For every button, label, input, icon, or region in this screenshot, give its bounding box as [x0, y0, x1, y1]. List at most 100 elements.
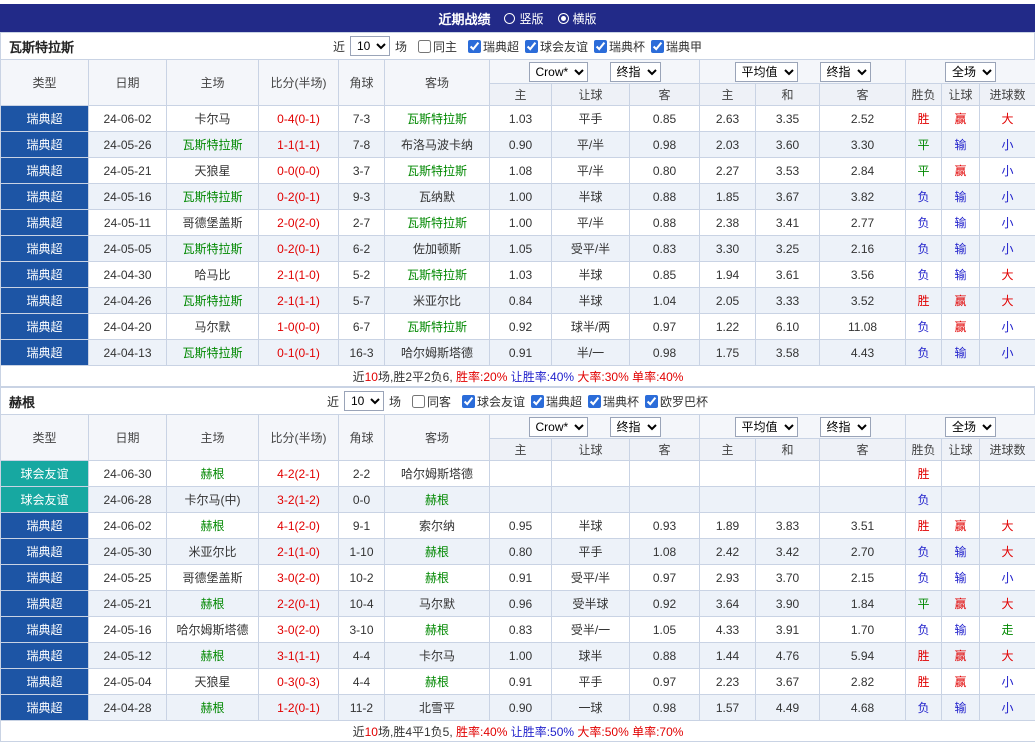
- asian-final-odds-select[interactable]: 终指: [610, 62, 661, 82]
- away-team-cell[interactable]: 瓦斯特拉斯: [385, 210, 490, 236]
- home-team-cell[interactable]: 哥德堡盖斯: [167, 565, 259, 591]
- odds-cell: 5.94: [820, 643, 906, 669]
- goals-result-cell: 小: [980, 132, 1035, 158]
- away-team-cell[interactable]: 布洛马波卡纳: [385, 132, 490, 158]
- league-type-cell[interactable]: 瑞典超: [1, 539, 89, 565]
- league-filter-checkbox[interactable]: 球会友谊: [462, 393, 525, 410]
- fulltime-scope-select[interactable]: 全场: [945, 62, 996, 82]
- home-team-cell[interactable]: 哈马比: [167, 262, 259, 288]
- home-team-cell[interactable]: 赫根: [167, 461, 259, 487]
- league-type-cell[interactable]: 瑞典超: [1, 262, 89, 288]
- home-team-cell[interactable]: 米亚尔比: [167, 539, 259, 565]
- away-team-cell[interactable]: 瓦斯特拉斯: [385, 262, 490, 288]
- league-type-cell[interactable]: 瑞典超: [1, 158, 89, 184]
- odds-cell: 3.35: [756, 106, 820, 132]
- league-type-cell[interactable]: 瑞典超: [1, 695, 89, 721]
- away-team-cell[interactable]: 瓦斯特拉斯: [385, 106, 490, 132]
- league-filter-checkbox[interactable]: 球会友谊: [525, 38, 588, 55]
- layout-radio-vertical[interactable]: 竖版: [504, 10, 543, 27]
- home-team-cell[interactable]: 哥德堡盖斯: [167, 210, 259, 236]
- away-team-cell[interactable]: 赫根: [385, 669, 490, 695]
- home-team-cell[interactable]: 卡尔马: [167, 106, 259, 132]
- league-type-cell[interactable]: 瑞典超: [1, 669, 89, 695]
- home-team-cell[interactable]: 赫根: [167, 513, 259, 539]
- league-filter-checkbox[interactable]: 瑞典超: [531, 393, 582, 410]
- away-team-cell[interactable]: 瓦纳默: [385, 184, 490, 210]
- average-odds-select[interactable]: 平均值: [735, 417, 798, 437]
- league-type-cell[interactable]: 瑞典超: [1, 288, 89, 314]
- home-team-cell[interactable]: 瓦斯特拉斯: [167, 132, 259, 158]
- fulltime-scope-select[interactable]: 全场: [945, 417, 996, 437]
- odds-cell: 3.52: [820, 288, 906, 314]
- home-team-cell[interactable]: 赫根: [167, 695, 259, 721]
- same-away-checkbox[interactable]: 同客: [412, 393, 451, 410]
- away-team-cell[interactable]: 米亚尔比: [385, 288, 490, 314]
- league-type-cell[interactable]: 瑞典超: [1, 184, 89, 210]
- layout-radio-horizontal[interactable]: 横版: [558, 10, 597, 27]
- league-type-cell[interactable]: 瑞典超: [1, 643, 89, 669]
- date-cell: 24-05-16: [89, 617, 167, 643]
- home-team-cell[interactable]: 天狼星: [167, 158, 259, 184]
- away-team-cell[interactable]: 赫根: [385, 539, 490, 565]
- league-filter-checkbox[interactable]: 瑞典杯: [594, 38, 645, 55]
- away-team-cell[interactable]: 哈尔姆斯塔德: [385, 461, 490, 487]
- league-type-cell[interactable]: 瑞典超: [1, 210, 89, 236]
- league-filter-checkbox[interactable]: 瑞典杯: [588, 393, 639, 410]
- home-team-cell[interactable]: 赫根: [167, 591, 259, 617]
- same-home-checkbox[interactable]: 同主: [418, 38, 457, 55]
- league-filter-checkbox[interactable]: 瑞典甲: [651, 38, 702, 55]
- euro-final-odds-select[interactable]: 终指: [820, 417, 871, 437]
- home-team-cell[interactable]: 哈尔姆斯塔德: [167, 617, 259, 643]
- handicap-result-cell: 赢: [942, 643, 980, 669]
- league-filter-checkbox[interactable]: 欧罗巴杯: [645, 393, 708, 410]
- bookmaker-select[interactable]: Crow*: [529, 417, 588, 437]
- odds-cell: 半/一: [552, 340, 630, 366]
- col-header-corners: 角球: [339, 415, 385, 461]
- league-type-cell[interactable]: 球会友谊: [1, 461, 89, 487]
- away-team-cell[interactable]: 卡尔马: [385, 643, 490, 669]
- home-team-cell[interactable]: 瓦斯特拉斯: [167, 340, 259, 366]
- home-team-cell[interactable]: 天狼星: [167, 669, 259, 695]
- away-team-cell[interactable]: 赫根: [385, 617, 490, 643]
- asian-final-odds-select[interactable]: 终指: [610, 417, 661, 437]
- league-type-cell[interactable]: 瑞典超: [1, 617, 89, 643]
- home-team-cell[interactable]: 卡尔马(中): [167, 487, 259, 513]
- match-row: 瑞典超24-05-26瓦斯特拉斯1-1(1-1)7-8布洛马波卡纳0.90平/半…: [1, 132, 1035, 158]
- away-team-cell[interactable]: 马尔默: [385, 591, 490, 617]
- average-odds-select[interactable]: 平均值: [735, 62, 798, 82]
- league-type-cell[interactable]: 瑞典超: [1, 340, 89, 366]
- odds-cell: 0.84: [490, 288, 552, 314]
- league-type-cell[interactable]: 瑞典超: [1, 236, 89, 262]
- home-team-cell[interactable]: 赫根: [167, 643, 259, 669]
- league-filter-checkbox[interactable]: 瑞典超: [468, 38, 519, 55]
- home-team-cell[interactable]: 瓦斯特拉斯: [167, 288, 259, 314]
- outcome-cell: 负: [906, 236, 942, 262]
- odds-cell: 0.98: [630, 695, 700, 721]
- away-team-cell[interactable]: 瓦斯特拉斯: [385, 314, 490, 340]
- goals-result-cell: 小: [980, 158, 1035, 184]
- away-team-cell[interactable]: 哈尔姆斯塔德: [385, 340, 490, 366]
- league-type-cell[interactable]: 瑞典超: [1, 132, 89, 158]
- recent-count-select[interactable]: 10: [344, 391, 384, 411]
- away-team-cell[interactable]: 赫根: [385, 565, 490, 591]
- home-team-cell[interactable]: 瓦斯特拉斯: [167, 236, 259, 262]
- away-team-cell[interactable]: 瓦斯特拉斯: [385, 158, 490, 184]
- league-type-cell[interactable]: 球会友谊: [1, 487, 89, 513]
- league-type-cell[interactable]: 瑞典超: [1, 565, 89, 591]
- euro-final-odds-select[interactable]: 终指: [820, 62, 871, 82]
- home-team-cell[interactable]: 瓦斯特拉斯: [167, 184, 259, 210]
- odds-cell: [552, 461, 630, 487]
- league-type-cell[interactable]: 瑞典超: [1, 513, 89, 539]
- league-type-cell[interactable]: 瑞典超: [1, 591, 89, 617]
- league-type-cell[interactable]: 瑞典超: [1, 106, 89, 132]
- away-team-cell[interactable]: 佐加顿斯: [385, 236, 490, 262]
- away-team-cell[interactable]: 索尔纳: [385, 513, 490, 539]
- away-team-cell[interactable]: 赫根: [385, 487, 490, 513]
- odds-cell: 球半/两: [552, 314, 630, 340]
- league-type-cell[interactable]: 瑞典超: [1, 314, 89, 340]
- league-filter-group: 瑞典超球会友谊瑞典杯瑞典甲: [468, 38, 702, 55]
- recent-count-select[interactable]: 10: [350, 36, 390, 56]
- away-team-cell[interactable]: 北雪平: [385, 695, 490, 721]
- home-team-cell[interactable]: 马尔默: [167, 314, 259, 340]
- bookmaker-select[interactable]: Crow*: [529, 62, 588, 82]
